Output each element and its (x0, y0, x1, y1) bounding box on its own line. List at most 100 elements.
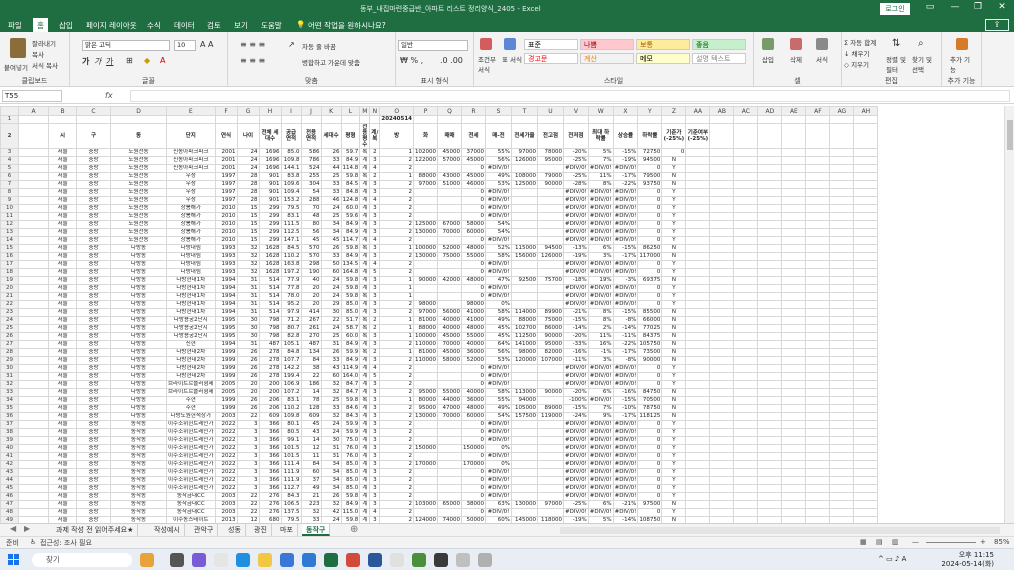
cell[interactable]: 3 (369, 484, 381, 493)
cell[interactable] (18, 164, 49, 173)
cell[interactable]: 107.2 (280, 388, 302, 397)
cell[interactable]: 514 (258, 308, 282, 317)
cell[interactable] (829, 428, 855, 437)
add-sheet-icon[interactable]: ⊕ (350, 524, 358, 535)
cell[interactable] (781, 196, 807, 205)
cell[interactable]: 366 (258, 476, 282, 485)
cell[interactable]: 32 (236, 244, 260, 253)
cell[interactable] (805, 115, 831, 124)
cell[interactable]: -18% (563, 276, 589, 285)
cell[interactable] (853, 492, 879, 501)
cell[interactable] (18, 404, 49, 413)
cell[interactable] (709, 500, 735, 509)
cell[interactable]: 중랑 (76, 492, 111, 501)
cell[interactable]: 84.6 (340, 404, 361, 413)
cell[interactable] (829, 180, 855, 189)
cell[interactable]: 계 (359, 508, 371, 517)
cell[interactable]: 144.1 (280, 164, 302, 173)
column-header-W[interactable]: W (587, 106, 614, 116)
cell[interactable]: 122000 (413, 156, 438, 165)
accessibility-status[interactable]: 접근성: 조사 필요 (40, 538, 92, 548)
cell[interactable] (709, 404, 735, 413)
tell-me-box[interactable]: 어떤 작업을 원하시나요? (308, 20, 386, 31)
cell[interactable]: 85.0 (340, 468, 361, 477)
cell[interactable]: 4 (369, 164, 381, 173)
page-layout-view-icon[interactable]: ▤ (876, 538, 883, 546)
cell[interactable]: 2010 (214, 212, 238, 221)
cell[interactable]: 계 (359, 492, 371, 501)
cell[interactable]: 2005 (214, 380, 238, 389)
cell[interactable] (18, 372, 49, 381)
cell[interactable]: 주현 (166, 404, 216, 413)
cell[interactable]: #DIV/0! (612, 284, 639, 293)
cell[interactable]: 112.5 (280, 228, 302, 237)
row-header[interactable]: 40 (0, 444, 19, 453)
cell[interactable]: #DIV/0! (485, 468, 512, 477)
cell[interactable] (18, 500, 49, 509)
cell[interactable]: 동작동 (110, 452, 167, 461)
sort-filter-icon[interactable]: ⇅ (892, 38, 900, 49)
cell[interactable] (612, 115, 639, 124)
cell[interactable] (709, 300, 735, 309)
cell[interactable]: #DIV/0! (587, 476, 614, 485)
cell[interactable] (18, 444, 49, 453)
cell[interactable]: 1628 (258, 268, 282, 277)
cell[interactable]: 0 (461, 452, 486, 461)
cell[interactable]: #DIV/0! (587, 380, 614, 389)
cell[interactable] (757, 372, 783, 381)
cell[interactable]: #DIV/0! (485, 420, 512, 429)
cell[interactable]: 89900 (537, 308, 564, 317)
cell[interactable]: #DIV/0! (485, 452, 512, 461)
insert-cells-button[interactable]: 삽입 (762, 54, 774, 64)
cell[interactable]: 97.9 (280, 308, 302, 317)
cell[interactable]: 22 (236, 500, 260, 509)
row-header[interactable]: 29 (0, 356, 19, 365)
cell[interactable] (805, 172, 831, 181)
close-icon[interactable]: ✕ (992, 2, 1012, 16)
cell[interactable] (18, 268, 49, 277)
row-header[interactable]: 16 (0, 252, 19, 261)
column-header-AE[interactable]: AE (781, 106, 807, 116)
cell[interactable] (537, 468, 564, 477)
cell[interactable]: 95.2 (280, 300, 302, 309)
cell[interactable] (853, 276, 879, 285)
cell[interactable] (733, 356, 759, 365)
cell[interactable]: 105750 (637, 340, 663, 349)
cell[interactable]: 2 (379, 436, 414, 445)
cell[interactable]: 84.5 (340, 180, 361, 189)
cell[interactable] (781, 380, 807, 389)
cell[interactable] (685, 115, 711, 124)
cell[interactable]: 52000 (461, 356, 486, 365)
cell[interactable]: 60000 (461, 228, 486, 237)
cell[interactable]: 다방현대1차 (166, 308, 216, 317)
cell[interactable]: 3 (369, 220, 381, 229)
cell[interactable] (685, 268, 711, 277)
cell[interactable]: 278 (258, 356, 282, 365)
cell[interactable] (709, 156, 735, 165)
cell[interactable] (437, 188, 462, 197)
cell[interactable]: N (661, 180, 687, 189)
cell[interactable] (437, 492, 462, 501)
cell[interactable]: 0 (637, 220, 663, 229)
cell[interactable] (829, 292, 855, 301)
cell[interactable]: 95000 (537, 156, 564, 165)
cell[interactable] (829, 300, 855, 309)
cell[interactable] (537, 484, 564, 493)
cell[interactable] (757, 260, 783, 269)
cell[interactable] (757, 404, 783, 413)
cell[interactable] (18, 252, 49, 261)
cell[interactable] (829, 404, 855, 413)
cell[interactable]: 34 (320, 468, 342, 477)
cell[interactable] (781, 156, 807, 165)
cell[interactable]: 0 (637, 260, 663, 269)
cell[interactable]: #DIV/0! (612, 508, 639, 517)
cell[interactable]: 97000 (413, 180, 438, 189)
cell[interactable]: 계 (359, 428, 371, 437)
cell[interactable] (757, 468, 783, 477)
row-header[interactable]: 47 (0, 500, 19, 509)
cell[interactable]: 109.8 (280, 156, 302, 165)
cell[interactable] (320, 115, 342, 124)
paste-button[interactable]: 붙여넣기 (4, 62, 28, 72)
cell[interactable]: Y (661, 268, 687, 277)
cell[interactable] (805, 492, 831, 501)
